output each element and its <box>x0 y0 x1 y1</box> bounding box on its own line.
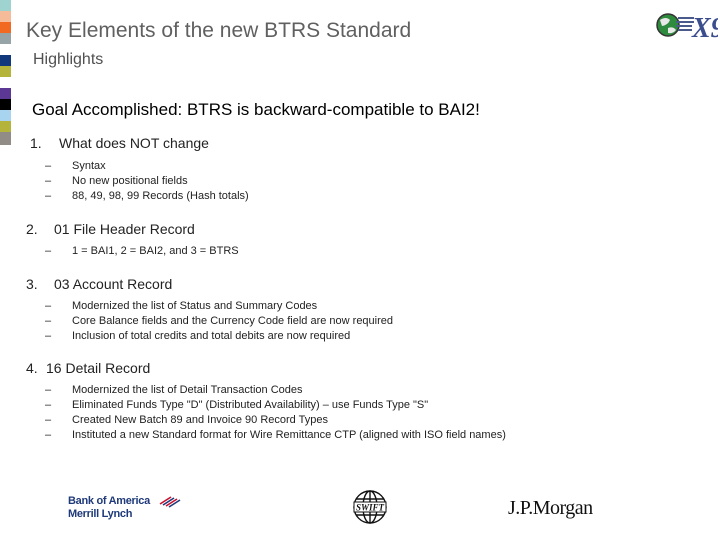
swift-logo-text: SWIFT <box>356 503 385 513</box>
bullet-text: Modernized the list of Detail Transactio… <box>72 384 303 396</box>
boa-logo: Bank of America Merrill Lynch <box>68 495 183 525</box>
bullet-dash: – <box>45 399 52 411</box>
bullet-dash: – <box>45 300 52 312</box>
color-strip-block <box>0 66 11 77</box>
section-title: 01 File Header Record <box>54 221 195 237</box>
bullet-text: 88, 49, 98, 99 Records (Hash totals) <box>72 190 249 202</box>
boa-logo-line2: Merrill Lynch <box>68 508 133 520</box>
color-strip-block <box>0 22 11 33</box>
bullet-dash: – <box>45 160 52 172</box>
section-number: 2. <box>26 221 38 237</box>
bullet-text: Created New Batch 89 and Invoice 90 Reco… <box>72 414 329 426</box>
section-number: 4. <box>26 360 38 376</box>
bullet-text: Syntax <box>72 160 106 172</box>
color-strip-block <box>0 88 11 99</box>
section-number: 3. <box>26 276 38 292</box>
bullet-dash: – <box>45 245 52 257</box>
globe-icon <box>656 13 680 37</box>
section-number: 1. <box>30 135 42 151</box>
bullet-dash: – <box>45 330 52 342</box>
section-title: 16 Detail Record <box>46 360 151 376</box>
x9-logo: X9 <box>656 13 718 42</box>
bullet-dash: – <box>45 315 52 327</box>
color-strip-block <box>0 0 11 11</box>
bullet-dash: – <box>45 429 52 441</box>
bullet-text: Inclusion of total credits and total deb… <box>72 330 351 342</box>
bullet-text: No new positional fields <box>72 175 188 187</box>
slide-title: Key Elements of the new BTRS Standard <box>26 19 412 42</box>
bullet-text: Core Balance fields and the Currency Cod… <box>72 315 394 327</box>
color-strip-block <box>0 121 11 132</box>
color-strip-block <box>0 11 11 22</box>
bullet-text: Modernized the list of Status and Summar… <box>72 300 318 312</box>
bullet-text: 1 = BAI1, 2 = BAI2, and 3 = BTRS <box>72 245 239 257</box>
color-strip <box>0 0 11 145</box>
x9-logo-text: X9 <box>691 13 718 42</box>
bullet-dash: – <box>45 414 52 426</box>
jpmorgan-logo: J.P.Morgan <box>508 497 593 519</box>
bullet-text: Eliminated Funds Type "D" (Distributed A… <box>72 399 429 411</box>
color-strip-block <box>0 33 11 44</box>
color-strip-block <box>0 132 11 145</box>
flag-icon <box>159 496 181 508</box>
bullet-text: Instituted a new Standard format for Wir… <box>72 429 506 441</box>
color-strip-block <box>0 55 11 66</box>
goal-statement: Goal Accomplished: BTRS is backward-comp… <box>32 100 480 119</box>
color-strip-block <box>0 99 11 110</box>
section-title: What does NOT change <box>59 135 209 151</box>
slide-subtitle: Highlights <box>33 51 104 68</box>
bullet-dash: – <box>45 190 52 202</box>
color-strip-block <box>0 77 11 88</box>
bullet-dash: – <box>45 384 52 396</box>
bullet-dash: – <box>45 175 52 187</box>
swift-logo: SWIFT <box>353 490 387 524</box>
color-strip-block <box>0 44 11 55</box>
color-strip-block <box>0 110 11 121</box>
section-title: 03 Account Record <box>54 276 173 292</box>
